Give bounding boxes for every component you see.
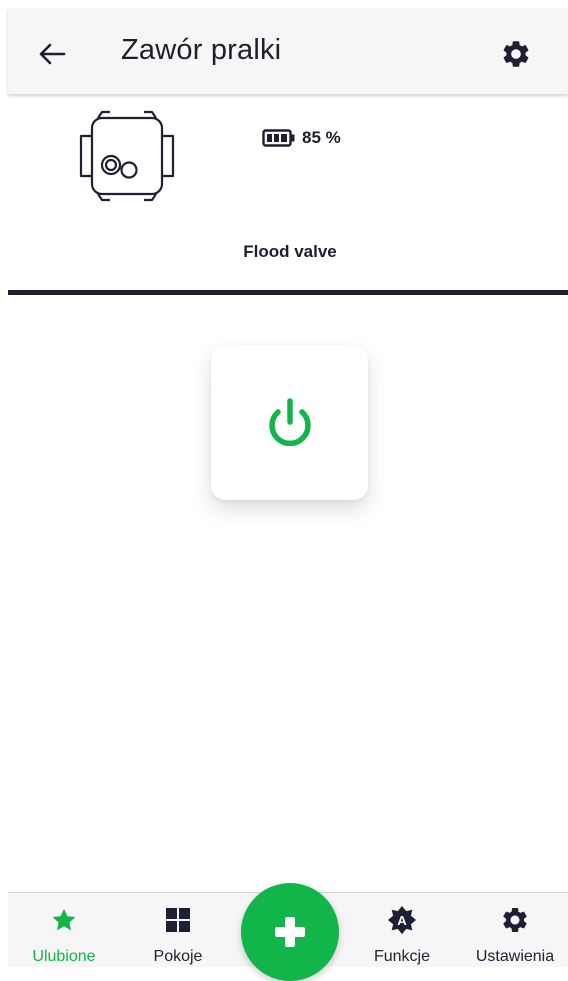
svg-text:A: A (397, 913, 407, 928)
gear-icon (503, 908, 527, 932)
nav-item-rooms[interactable]: Pokoje (140, 893, 216, 967)
nav-label-rooms: Pokoje (153, 948, 203, 965)
star-icon (52, 908, 76, 931)
nav-label-functions: Funkcje (373, 948, 431, 965)
flood-valve-device-icon (79, 110, 175, 202)
app-screen: Zawór pralki 85 % Flood valve Ulubione P… (8, 8, 568, 981)
device-type-label: Flood valve (243, 242, 337, 261)
nav-item-favorites[interactable]: Ulubione (26, 893, 102, 967)
back-button[interactable] (34, 36, 70, 72)
page-title: Zawór pralki (121, 34, 282, 66)
automation-icon: A (387, 905, 417, 935)
add-button[interactable] (241, 883, 339, 981)
nav-item-functions[interactable]: A Funkcje (364, 893, 440, 967)
arrow-left-icon (39, 43, 66, 65)
section-divider (8, 290, 568, 295)
device-info-panel: 85 % Flood valve (8, 94, 568, 290)
nav-label-settings: Ustawienia (475, 948, 555, 965)
battery-level: 85 % (302, 128, 341, 147)
nav-label-favorites: Ulubione (32, 948, 96, 965)
device-settings-button[interactable] (496, 34, 536, 74)
bottom-navigation: Ulubione Pokoje A Funkcje Ustawienia (8, 883, 568, 981)
nav-item-settings[interactable]: Ustawienia (472, 893, 558, 967)
battery-status: 85 % (262, 128, 341, 148)
app-header: Zawór pralki (8, 8, 568, 94)
gear-icon (503, 41, 529, 67)
power-icon (268, 397, 311, 446)
plus-icon (275, 917, 305, 947)
grid-icon (166, 908, 190, 932)
battery-icon (262, 129, 295, 147)
power-toggle-button[interactable] (211, 345, 368, 500)
